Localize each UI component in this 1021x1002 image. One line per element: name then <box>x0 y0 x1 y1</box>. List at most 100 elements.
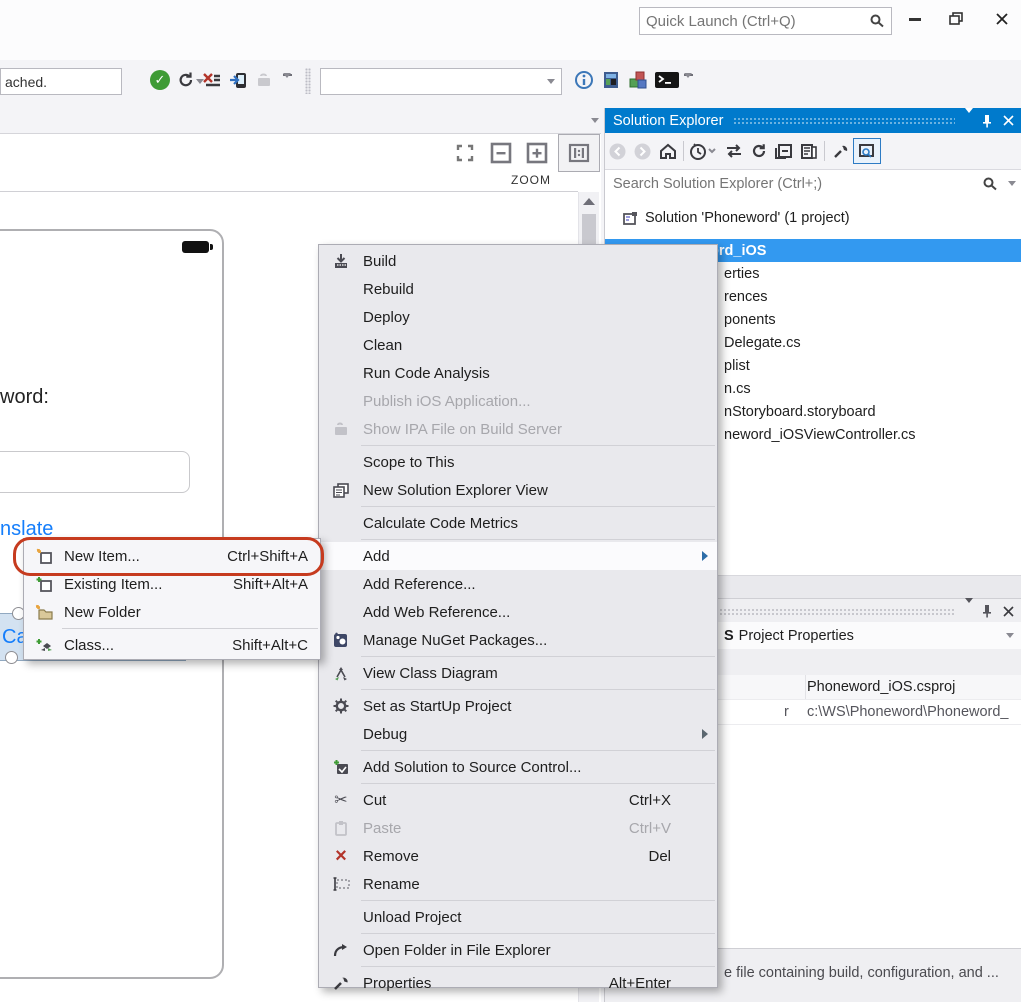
zoom-in-button[interactable] <box>524 140 550 166</box>
close-button[interactable] <box>987 8 1017 30</box>
menu-item-set-as-startup[interactable]: Set as StartUp Project <box>319 692 717 720</box>
pin-button[interactable] <box>981 604 993 618</box>
zoom-fit-icon <box>455 143 475 163</box>
menu-item-add-solution-to-source-control[interactable]: Add Solution to Source Control... <box>319 753 717 781</box>
sync-icon <box>724 143 744 159</box>
search-options-icon[interactable] <box>1008 181 1016 186</box>
quick-launch-input[interactable] <box>640 13 869 30</box>
menu-item-deploy[interactable]: Deploy <box>319 303 717 331</box>
deploy-device-button[interactable] <box>226 68 250 92</box>
run-button[interactable]: ✓ <box>148 68 172 92</box>
window-position-button[interactable] <box>965 603 973 619</box>
menu-item-unload-project[interactable]: Unload Project <box>319 903 717 931</box>
solution-search-input[interactable] <box>605 176 982 192</box>
selection-handle[interactable] <box>5 651 18 664</box>
solution-node-label: Solution 'Phoneword' (1 project) <box>645 210 850 226</box>
forward-button[interactable] <box>630 138 655 164</box>
terminal-button[interactable] <box>655 68 679 92</box>
menu-item-clean[interactable]: Clean <box>319 331 717 359</box>
device-screen-icon <box>601 70 621 90</box>
submenu-item-class[interactable]: Class... Shift+Alt+C <box>24 631 320 659</box>
property-value: c:\WS\Phoneword\Phoneword_ <box>807 704 1009 720</box>
preview-selected-button[interactable] <box>853 138 881 164</box>
menu-item-show-ipa: Show IPA File on Build Server <box>319 415 717 443</box>
menu-item-build[interactable]: Build <box>319 247 717 275</box>
refresh-button[interactable] <box>174 68 198 92</box>
build-icon <box>319 253 363 269</box>
toolbar-combo-input[interactable] <box>321 74 541 90</box>
show-all-files-button[interactable] <box>796 138 821 164</box>
info-button[interactable] <box>572 68 596 92</box>
submenu-item-new-item[interactable]: New Item... Ctrl+Shift+A <box>24 542 320 570</box>
window-position-button[interactable] <box>965 113 973 129</box>
import-button[interactable] <box>252 68 276 92</box>
submenu-item-existing-item[interactable]: Existing Item... Shift+Alt+A <box>24 570 320 598</box>
menu-separator <box>361 750 715 751</box>
menu-item-cut[interactable]: ✂ CutCtrl+X <box>319 786 717 814</box>
menu-item-add-reference[interactable]: Add Reference... <box>319 570 717 598</box>
pin-button[interactable] <box>981 114 993 128</box>
restore-icon <box>949 12 965 26</box>
pending-changes-filter-button[interactable] <box>687 138 721 164</box>
class-icon <box>24 637 64 653</box>
menu-item-rename[interactable]: Rename <box>319 870 717 898</box>
chevron-down-icon <box>965 598 973 619</box>
refresh-button[interactable] <box>746 138 771 164</box>
title-bar <box>0 0 1021 60</box>
menu-item-manage-nuget[interactable]: Manage NuGet Packages... <box>319 626 717 654</box>
menu-item-open-folder[interactable]: Open Folder in File Explorer <box>319 936 717 964</box>
chevron-down-icon <box>547 79 555 84</box>
submenu-arrow-icon <box>702 551 708 561</box>
zoom-label: ZOOM <box>511 173 551 187</box>
scroll-up-icon[interactable] <box>583 198 595 205</box>
menu-item-view-class-diagram[interactable]: View Class Diagram <box>319 659 717 687</box>
device-log-button[interactable] <box>599 68 623 92</box>
menu-separator <box>361 933 715 934</box>
home-button[interactable] <box>655 138 680 164</box>
menu-item-new-solution-explorer-view[interactable]: New Solution Explorer View <box>319 476 717 504</box>
search-icon[interactable] <box>982 176 998 192</box>
menu-item-scope-to-this[interactable]: Scope to This <box>319 448 717 476</box>
phone-number-field[interactable] <box>0 451 190 493</box>
solution-node[interactable]: Solution 'Phoneword' (1 project) <box>605 196 1021 229</box>
solution-explorer-titlebar[interactable]: Solution Explorer <box>605 108 1021 133</box>
overflow-icon <box>283 73 291 94</box>
menu-item-remove[interactable]: × RemoveDel <box>319 842 717 870</box>
document-dropdown-icon[interactable] <box>591 118 599 123</box>
menu-item-rebuild[interactable]: Rebuild <box>319 275 717 303</box>
properties-button[interactable] <box>828 138 853 164</box>
menu-item-calculate-code-metrics[interactable]: Calculate Code Metrics <box>319 509 717 537</box>
toolbar-combo[interactable] <box>320 68 562 95</box>
menu-item-debug[interactable]: Debug <box>319 720 717 748</box>
new-item-icon <box>24 548 64 564</box>
nuget-icon <box>319 632 363 648</box>
quick-launch-box[interactable] <box>639 7 892 35</box>
collapse-all-button[interactable] <box>771 138 796 164</box>
close-panel-button[interactable] <box>1003 115 1014 126</box>
menu-item-run-code-analysis[interactable]: Run Code Analysis <box>319 359 717 387</box>
clear-list-button[interactable] <box>200 68 224 92</box>
menu-separator <box>361 966 715 967</box>
toolbar-overflow-button[interactable] <box>283 74 292 94</box>
menu-item-add-web-reference[interactable]: Add Web Reference... <box>319 598 717 626</box>
zoom-actual-size-button[interactable] <box>558 134 600 172</box>
restore-button[interactable] <box>942 8 972 30</box>
device-combo[interactable] <box>0 68 122 95</box>
zoom-out-button[interactable] <box>488 140 514 166</box>
chevron-down-icon <box>965 108 973 129</box>
packages-button[interactable] <box>626 68 650 92</box>
back-button[interactable] <box>605 138 630 164</box>
solution-explorer-search[interactable] <box>605 169 1021 198</box>
menu-item-add[interactable]: Add <box>319 542 717 570</box>
zoom-fit-button[interactable] <box>452 140 478 166</box>
submenu-item-new-folder[interactable]: New Folder <box>24 598 320 626</box>
class-diagram-icon <box>319 666 363 681</box>
toolbar-grip[interactable] <box>305 68 311 94</box>
packages-icon <box>627 70 649 90</box>
close-panel-button[interactable] <box>1003 606 1014 617</box>
quick-launch-search-icon[interactable] <box>869 13 885 29</box>
sync-with-active-button[interactable] <box>721 138 746 164</box>
minimize-button[interactable] <box>900 8 930 30</box>
menu-item-properties[interactable]: PropertiesAlt+Enter <box>319 969 717 997</box>
toolbar-overflow2-button[interactable] <box>684 74 693 94</box>
